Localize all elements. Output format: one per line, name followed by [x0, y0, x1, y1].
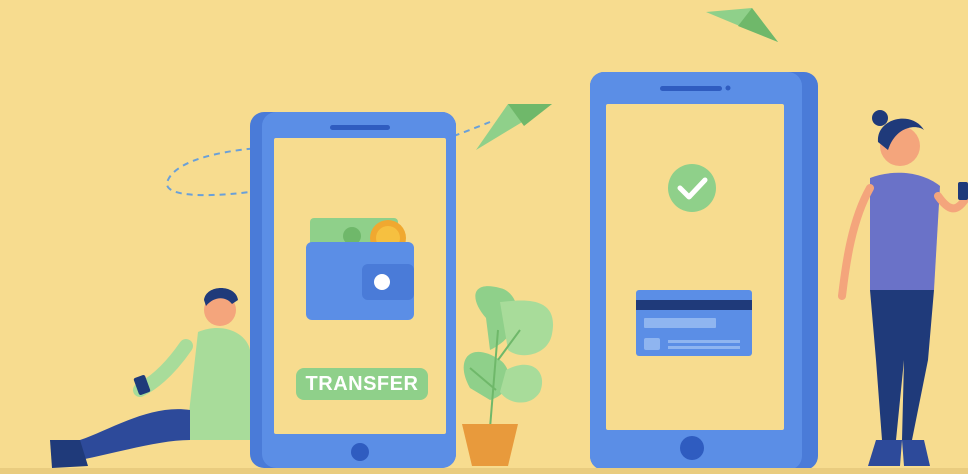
transfer-illustration: TRANSFER — [0, 0, 968, 474]
potted-plant — [462, 286, 554, 466]
transfer-button[interactable]: TRANSFER — [296, 368, 428, 400]
sitting-man — [50, 288, 250, 468]
wallet-icon — [306, 218, 414, 320]
paper-plane-icon — [706, 8, 778, 42]
ground-line — [0, 468, 968, 474]
right-smartphone — [590, 72, 818, 470]
illustration-canvas — [0, 8, 968, 474]
standing-woman — [838, 110, 968, 466]
checkmark-icon — [668, 164, 716, 212]
paper-plane-icon — [476, 104, 552, 150]
credit-card-icon — [636, 290, 752, 356]
